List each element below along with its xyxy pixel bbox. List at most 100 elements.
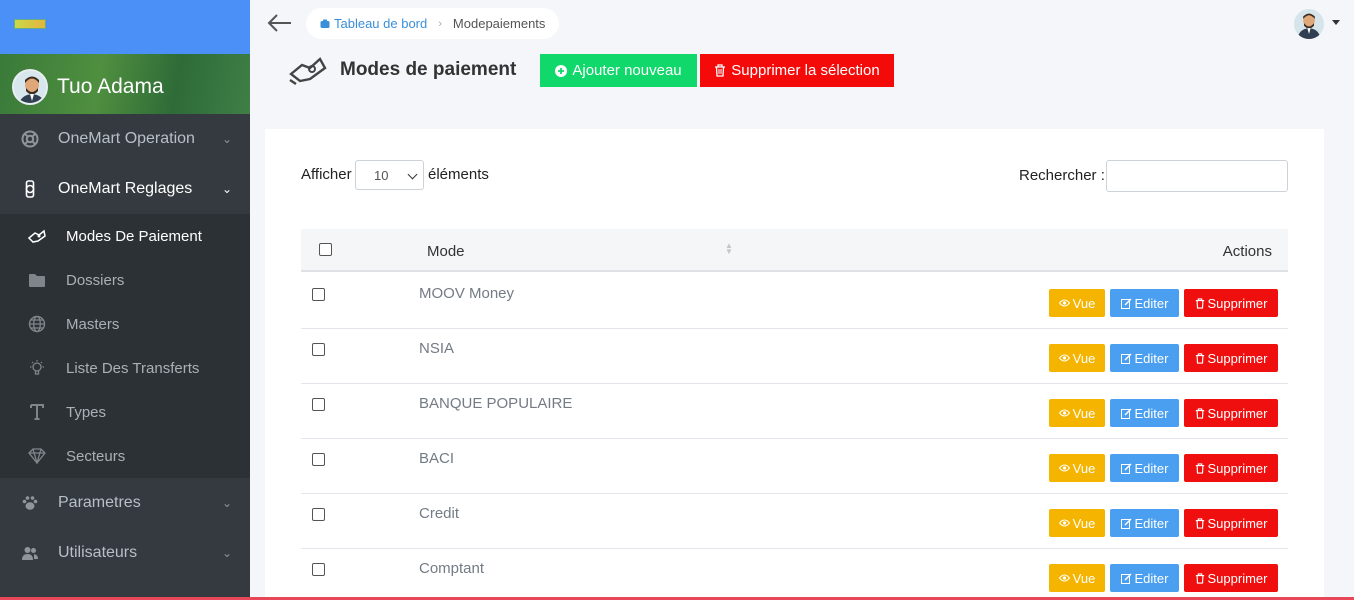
trash-icon [1195, 572, 1204, 584]
sub-item-modes-de-paiement[interactable]: Modes De Paiement [0, 214, 250, 258]
view-button[interactable]: Vue [1049, 509, 1105, 537]
row-actions: Vue Editer Supprimer [1049, 344, 1278, 372]
top-user-avatar[interactable] [1294, 9, 1324, 39]
nav-onemart-reglages[interactable]: OneMart Reglages ⌄ [0, 164, 250, 214]
edit-button[interactable]: Editer [1110, 399, 1179, 427]
view-button[interactable]: Vue [1049, 454, 1105, 482]
row-checkbox[interactable] [312, 563, 325, 576]
eye-icon [1058, 574, 1070, 582]
delete-button[interactable]: Supprimer [1184, 344, 1278, 372]
page-title: Modes de paiement [340, 59, 517, 80]
select-all-checkbox[interactable] [319, 243, 332, 256]
sidebar: Tuo Adama OneMart Operation ⌄ OneMart Re… [0, 0, 250, 600]
sub-item-label: Dossiers [66, 271, 125, 289]
mode-cell: BACI [419, 450, 455, 467]
breadcrumb-separator-icon: › [438, 17, 442, 30]
sub-item-dossiers[interactable]: Dossiers [0, 258, 250, 302]
row-actions: Vue Editer Supprimer [1049, 454, 1278, 482]
submenu: Modes De Paiement Dossiers Masters Liste… [0, 214, 250, 478]
mode-cell: BANQUE POPULAIRE [419, 395, 573, 412]
edit-icon [1120, 573, 1132, 584]
row-checkbox[interactable] [312, 453, 325, 466]
delete-label: Supprimer [1207, 570, 1268, 586]
table-row: Comptant Vue Editer Supprimer [301, 549, 1288, 600]
brand-logo[interactable] [14, 19, 46, 29]
edit-icon [1120, 353, 1132, 364]
table-row: MOOV Money Vue Editer Supprimer [301, 274, 1288, 329]
trash-icon [1195, 462, 1204, 474]
delete-button[interactable]: Supprimer [1184, 399, 1278, 427]
breadcrumb-home-link[interactable]: Tableau de bord [320, 16, 427, 31]
sub-item-liste-des-transferts[interactable]: Liste Des Transferts [0, 346, 250, 390]
delete-label: Supprimer [1207, 405, 1268, 421]
delete-label: Supprimer [1207, 460, 1268, 476]
edit-button[interactable]: Editer [1110, 564, 1179, 592]
view-label: Vue [1072, 405, 1096, 421]
edit-icon [1120, 408, 1132, 419]
row-checkbox[interactable] [312, 288, 325, 301]
dashboard-icon [320, 19, 330, 28]
table-header: Mode ▲ ▼ Actions [301, 229, 1288, 272]
table-row: NSIA Vue Editer Supprimer [301, 329, 1288, 384]
delete-button[interactable]: Supprimer [1184, 564, 1278, 592]
delete-button[interactable]: Supprimer [1184, 509, 1278, 537]
view-button[interactable]: Vue [1049, 564, 1105, 592]
back-arrow-icon[interactable] [267, 12, 293, 34]
row-actions: Vue Editer Supprimer [1049, 289, 1278, 317]
search-input[interactable] [1106, 160, 1288, 192]
money-hand-icon [27, 226, 47, 246]
eye-icon [1058, 519, 1070, 527]
text-type-icon [27, 402, 47, 422]
nav-label: OneMart Operation [58, 130, 195, 147]
row-checkbox[interactable] [312, 508, 325, 521]
sub-item-secteurs[interactable]: Secteurs [0, 434, 250, 478]
nav-utilisateurs[interactable]: Utilisateurs ⌄ [0, 528, 250, 578]
row-checkbox[interactable] [312, 343, 325, 356]
trash-icon [1195, 407, 1204, 419]
breadcrumb: Tableau de bord › Modepaiements [306, 8, 560, 39]
view-button[interactable]: Vue [1049, 289, 1105, 317]
search-label: Rechercher : [1019, 167, 1105, 184]
nav-parametres[interactable]: Parametres ⌄ [0, 478, 250, 528]
mode-cell: Credit [419, 505, 460, 522]
sub-item-types[interactable]: Types [0, 390, 250, 434]
sub-item-label: Types [66, 403, 107, 421]
page-size-select[interactable]: 10 [355, 160, 424, 190]
view-button[interactable]: Vue [1049, 344, 1105, 372]
edit-button[interactable]: Editer [1110, 454, 1179, 482]
edit-icon [1120, 298, 1132, 309]
sort-icon[interactable]: ▲ ▼ [725, 242, 733, 256]
row-checkbox[interactable] [312, 398, 325, 411]
view-label: Vue [1072, 515, 1096, 531]
view-button[interactable]: Vue [1049, 399, 1105, 427]
delete-button[interactable]: Supprimer [1184, 454, 1278, 482]
delete-selection-button[interactable]: Supprimer la sélection [700, 54, 894, 87]
trash-icon [1195, 297, 1204, 309]
user-avatar[interactable] [12, 69, 48, 105]
add-new-button[interactable]: Ajouter nouveau [540, 54, 697, 87]
row-actions: Vue Editer Supprimer [1049, 399, 1278, 427]
delete-button[interactable]: Supprimer [1184, 289, 1278, 317]
edit-icon [1120, 463, 1132, 474]
chevron-down-icon [407, 169, 418, 180]
caret-down-icon[interactable] [1332, 20, 1340, 25]
column-header-mode[interactable]: Mode [427, 243, 465, 260]
edit-button[interactable]: Editer [1110, 344, 1179, 372]
breadcrumb-current: Modepaiements [452, 16, 546, 31]
edit-label: Editer [1134, 515, 1169, 531]
breadcrumb-home-label: Tableau de bord [334, 16, 428, 31]
sub-item-masters[interactable]: Masters [0, 302, 250, 346]
view-label: Vue [1072, 460, 1096, 476]
nav-onemart-operation[interactable]: OneMart Operation ⌄ [0, 114, 250, 164]
edit-button[interactable]: Editer [1110, 289, 1179, 317]
trash-icon [715, 64, 726, 77]
edit-label: Editer [1134, 570, 1169, 586]
eye-icon [1058, 354, 1070, 362]
table-row: BANQUE POPULAIRE Vue Editer Supprimer [301, 384, 1288, 439]
edit-button[interactable]: Editer [1110, 509, 1179, 537]
mode-cell: Comptant [419, 560, 485, 577]
user-panel: Tuo Adama [0, 54, 250, 114]
eye-icon [1058, 464, 1070, 472]
user-name: Tuo Adama [57, 75, 164, 98]
brand-bar [0, 0, 250, 54]
